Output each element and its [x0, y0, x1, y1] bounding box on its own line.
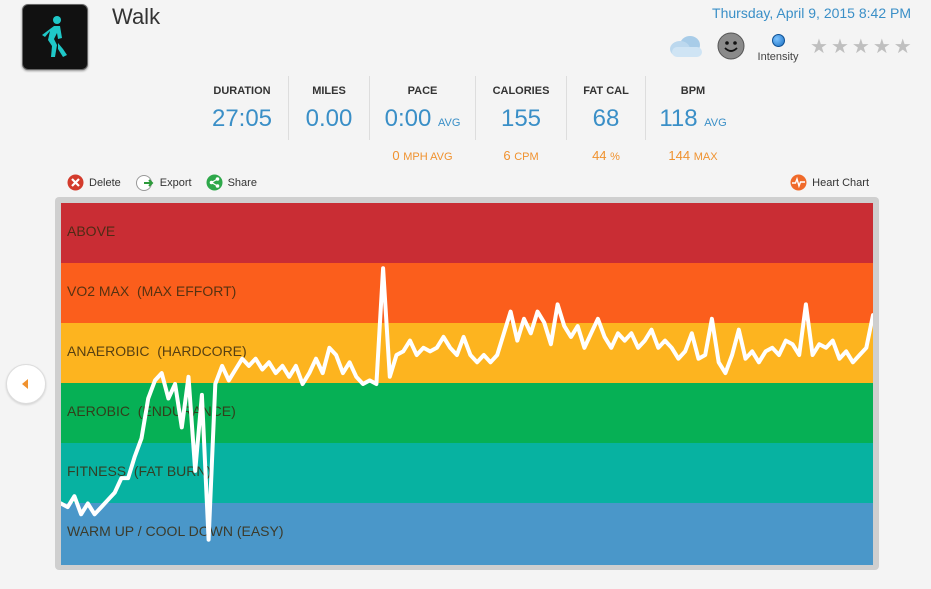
stat-value: 68 [592, 105, 620, 132]
cloudy-icon[interactable] [668, 33, 704, 59]
heart-chart-label: Heart Chart [812, 176, 869, 189]
stat-bpm: BPM 118 AVG 144 MAX [646, 76, 740, 163]
stat-value: 0:00 AVG [384, 105, 461, 132]
chart-plot-area: ABOVE VO2 MAX (MAX EFFORT) ANAEROBIC (HA… [61, 203, 873, 565]
star-icon[interactable]: ★ [831, 36, 849, 56]
stat-duration: DURATION 27:05 [196, 76, 289, 140]
stat-sub: 0 MPH AVG [392, 148, 453, 163]
export-button[interactable]: Export [135, 174, 192, 191]
stat-label: CALORIES [492, 85, 550, 97]
share-label: Share [227, 176, 257, 189]
star-icon[interactable]: ★ [873, 36, 891, 56]
intensity-label: Intensity [757, 51, 799, 63]
rating-stars[interactable]: ★ ★ ★ ★ ★ [810, 36, 912, 56]
smiley-icon[interactable] [716, 31, 746, 61]
delete-label: Delete [89, 176, 121, 189]
stat-value: 118 AVG [659, 105, 727, 132]
stat-fat-cal: FAT CAL 68 44 % [567, 76, 646, 163]
previous-workout-button[interactable] [6, 364, 46, 404]
intensity-control[interactable]: Intensity [756, 34, 800, 63]
share-button[interactable]: Share [206, 174, 257, 191]
delete-button[interactable]: Delete [67, 174, 121, 191]
heart-rate-line-chart [61, 266, 873, 542]
intensity-knob-icon[interactable] [771, 34, 785, 47]
stat-label: BPM [680, 85, 706, 97]
heart-rate-chart: ABOVE VO2 MAX (MAX EFFORT) ANAEROBIC (HA… [55, 197, 879, 570]
stat-label: MILES [312, 85, 346, 97]
stats-bar: DURATION 27:05 MILES 0.00 PACE 0:00 AVG … [196, 76, 740, 163]
stat-sub: 44 % [592, 148, 620, 163]
heart-rate-series-line [61, 266, 873, 542]
stat-calories: CALORIES 155 6 CPM [476, 76, 567, 163]
workout-datetime: Thursday, April 9, 2015 8:42 PM [712, 5, 911, 21]
stat-label: DURATION [213, 85, 271, 97]
share-icon [206, 174, 223, 191]
stat-value: 27:05 [211, 105, 273, 132]
export-label: Export [159, 176, 192, 189]
stat-miles: MILES 0.00 [289, 76, 370, 140]
heart-chart-icon [790, 174, 807, 191]
stat-label: PACE [407, 85, 438, 97]
export-icon [135, 175, 154, 191]
stat-sub: 6 CPM [503, 148, 539, 163]
star-icon[interactable]: ★ [810, 36, 828, 56]
stat-label: FAT CAL [583, 85, 629, 97]
star-icon[interactable]: ★ [894, 36, 912, 56]
walking-person-icon [42, 16, 67, 57]
stat-pace: PACE 0:00 AVG 0 MPH AVG [370, 76, 476, 163]
heart-chart-button[interactable]: Heart Chart [790, 174, 869, 191]
delete-icon [67, 174, 84, 191]
stat-sub: 144 MAX [668, 148, 718, 163]
activity-icon [22, 4, 88, 70]
stat-value: 0.00 [305, 105, 353, 132]
star-icon[interactable]: ★ [852, 36, 870, 56]
action-bar: Delete Export Share [67, 174, 257, 191]
stat-value: 155 [500, 105, 542, 132]
page-title: Walk [112, 4, 161, 29]
